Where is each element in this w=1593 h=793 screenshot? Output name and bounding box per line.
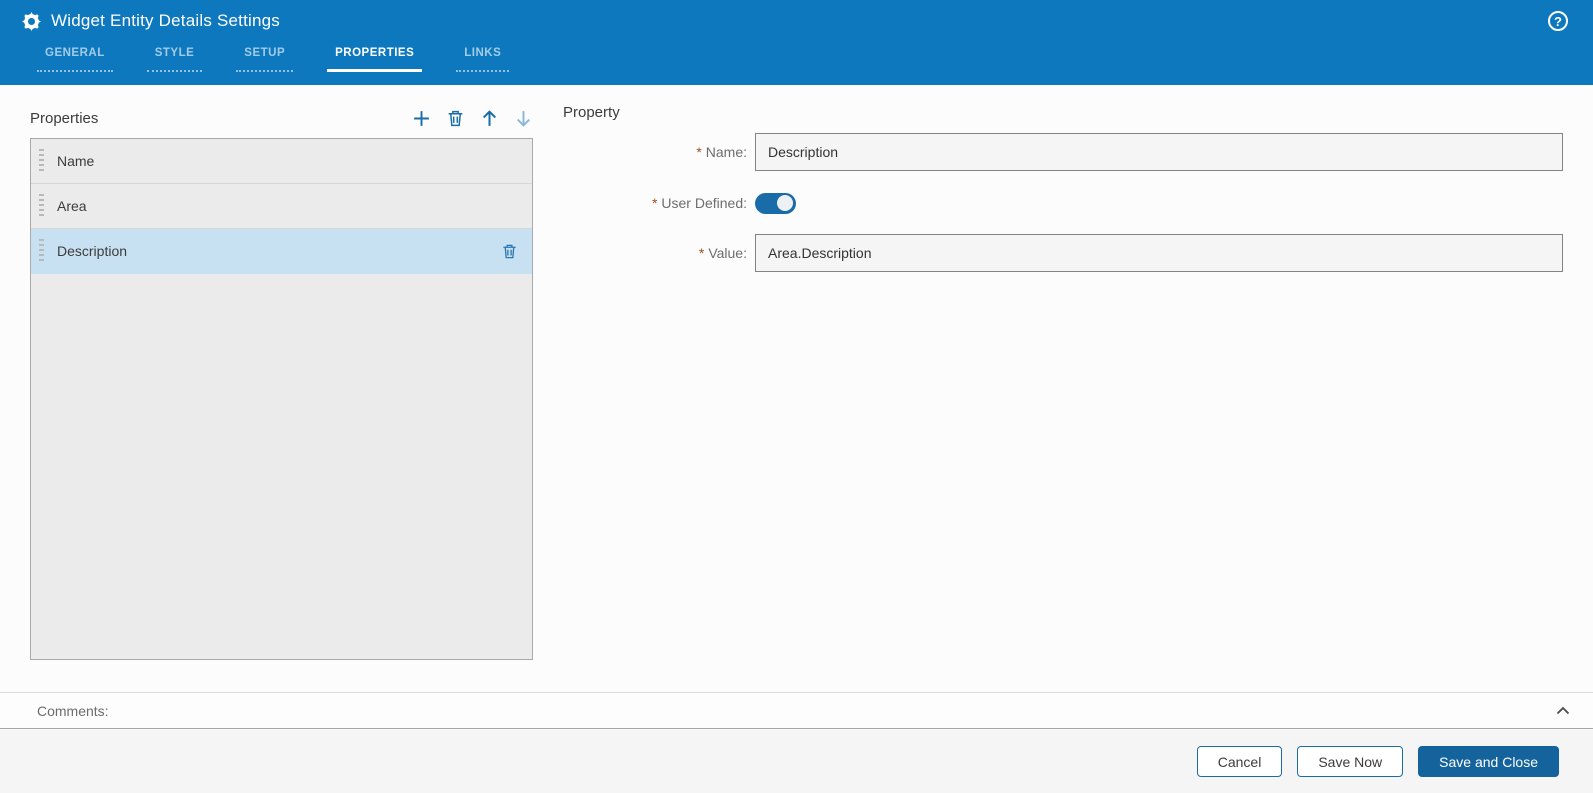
dialog-header: Widget Entity Details Settings ? GENERAL… xyxy=(0,0,1593,85)
delete-property-button[interactable] xyxy=(446,109,465,128)
value-field[interactable] xyxy=(755,234,1563,272)
value-field-label: * Value: xyxy=(698,245,747,261)
list-item-label: Name xyxy=(57,153,95,169)
save-and-close-button[interactable]: Save and Close xyxy=(1418,746,1559,777)
properties-list: Name Area Description xyxy=(30,138,533,660)
required-marker: * xyxy=(696,144,702,160)
chevron-up-icon[interactable] xyxy=(1555,703,1571,719)
add-property-button[interactable] xyxy=(412,109,431,128)
tab-properties[interactable]: PROPERTIES xyxy=(327,47,423,72)
list-item-area[interactable]: Area xyxy=(31,184,532,229)
user-defined-toggle[interactable] xyxy=(755,192,796,214)
properties-panel-title: Properties xyxy=(30,109,99,127)
required-marker: * xyxy=(651,195,658,211)
tab-bar: GENERAL STYLE SETUP PROPERTIES LINKS xyxy=(37,47,543,72)
list-item-name[interactable]: Name xyxy=(31,139,532,184)
properties-panel: Properties Name Area Description xyxy=(30,104,533,660)
save-now-button[interactable]: Save Now xyxy=(1297,746,1404,777)
list-item-label: Description xyxy=(57,243,128,259)
drag-handle-icon[interactable] xyxy=(39,149,44,173)
tab-links[interactable]: LINKS xyxy=(456,47,510,72)
list-item-label: Area xyxy=(57,198,87,214)
trash-icon xyxy=(448,110,463,126)
title-row: Widget Entity Details Settings xyxy=(0,0,1593,31)
property-form: Property *Name: *User Defined: *Value: xyxy=(563,104,1563,272)
move-up-button[interactable] xyxy=(480,109,499,128)
gear-icon xyxy=(22,11,41,31)
tab-style[interactable]: STYLE xyxy=(146,47,203,72)
name-field-row: * Name: xyxy=(563,133,1563,171)
row-delete-button[interactable] xyxy=(501,243,518,260)
user-defined-field-row: * User Defined: xyxy=(563,192,1563,214)
toggle-knob xyxy=(777,195,793,211)
trash-icon xyxy=(503,244,516,258)
tab-setup[interactable]: SETUP xyxy=(236,47,294,72)
comments-label: Comments: xyxy=(37,702,109,719)
comments-bar[interactable]: Comments: xyxy=(0,692,1593,729)
value-field-row: * Value: xyxy=(563,234,1563,272)
plus-icon xyxy=(414,110,429,126)
arrow-down-icon xyxy=(516,110,531,127)
arrow-up-icon xyxy=(482,109,497,126)
tab-general[interactable]: GENERAL xyxy=(37,47,113,72)
name-field[interactable] xyxy=(755,133,1563,171)
user-defined-field-label: * User Defined: xyxy=(651,195,747,211)
drag-handle-icon[interactable] xyxy=(39,194,44,218)
properties-toolbar xyxy=(412,109,533,128)
footer-actions: Cancel Save Now Save and Close xyxy=(0,730,1593,793)
help-circle-icon[interactable]: ? xyxy=(1548,11,1568,31)
drag-handle-icon[interactable] xyxy=(39,239,44,263)
required-marker: * xyxy=(698,245,705,261)
list-item-description[interactable]: Description xyxy=(31,229,532,274)
cancel-button[interactable]: Cancel xyxy=(1196,746,1283,777)
property-form-title: Property xyxy=(563,104,620,121)
move-down-button[interactable] xyxy=(514,109,533,128)
name-field-label: * Name: xyxy=(696,144,747,160)
page-title: Widget Entity Details Settings xyxy=(51,11,280,30)
properties-panel-header: Properties xyxy=(30,104,533,132)
